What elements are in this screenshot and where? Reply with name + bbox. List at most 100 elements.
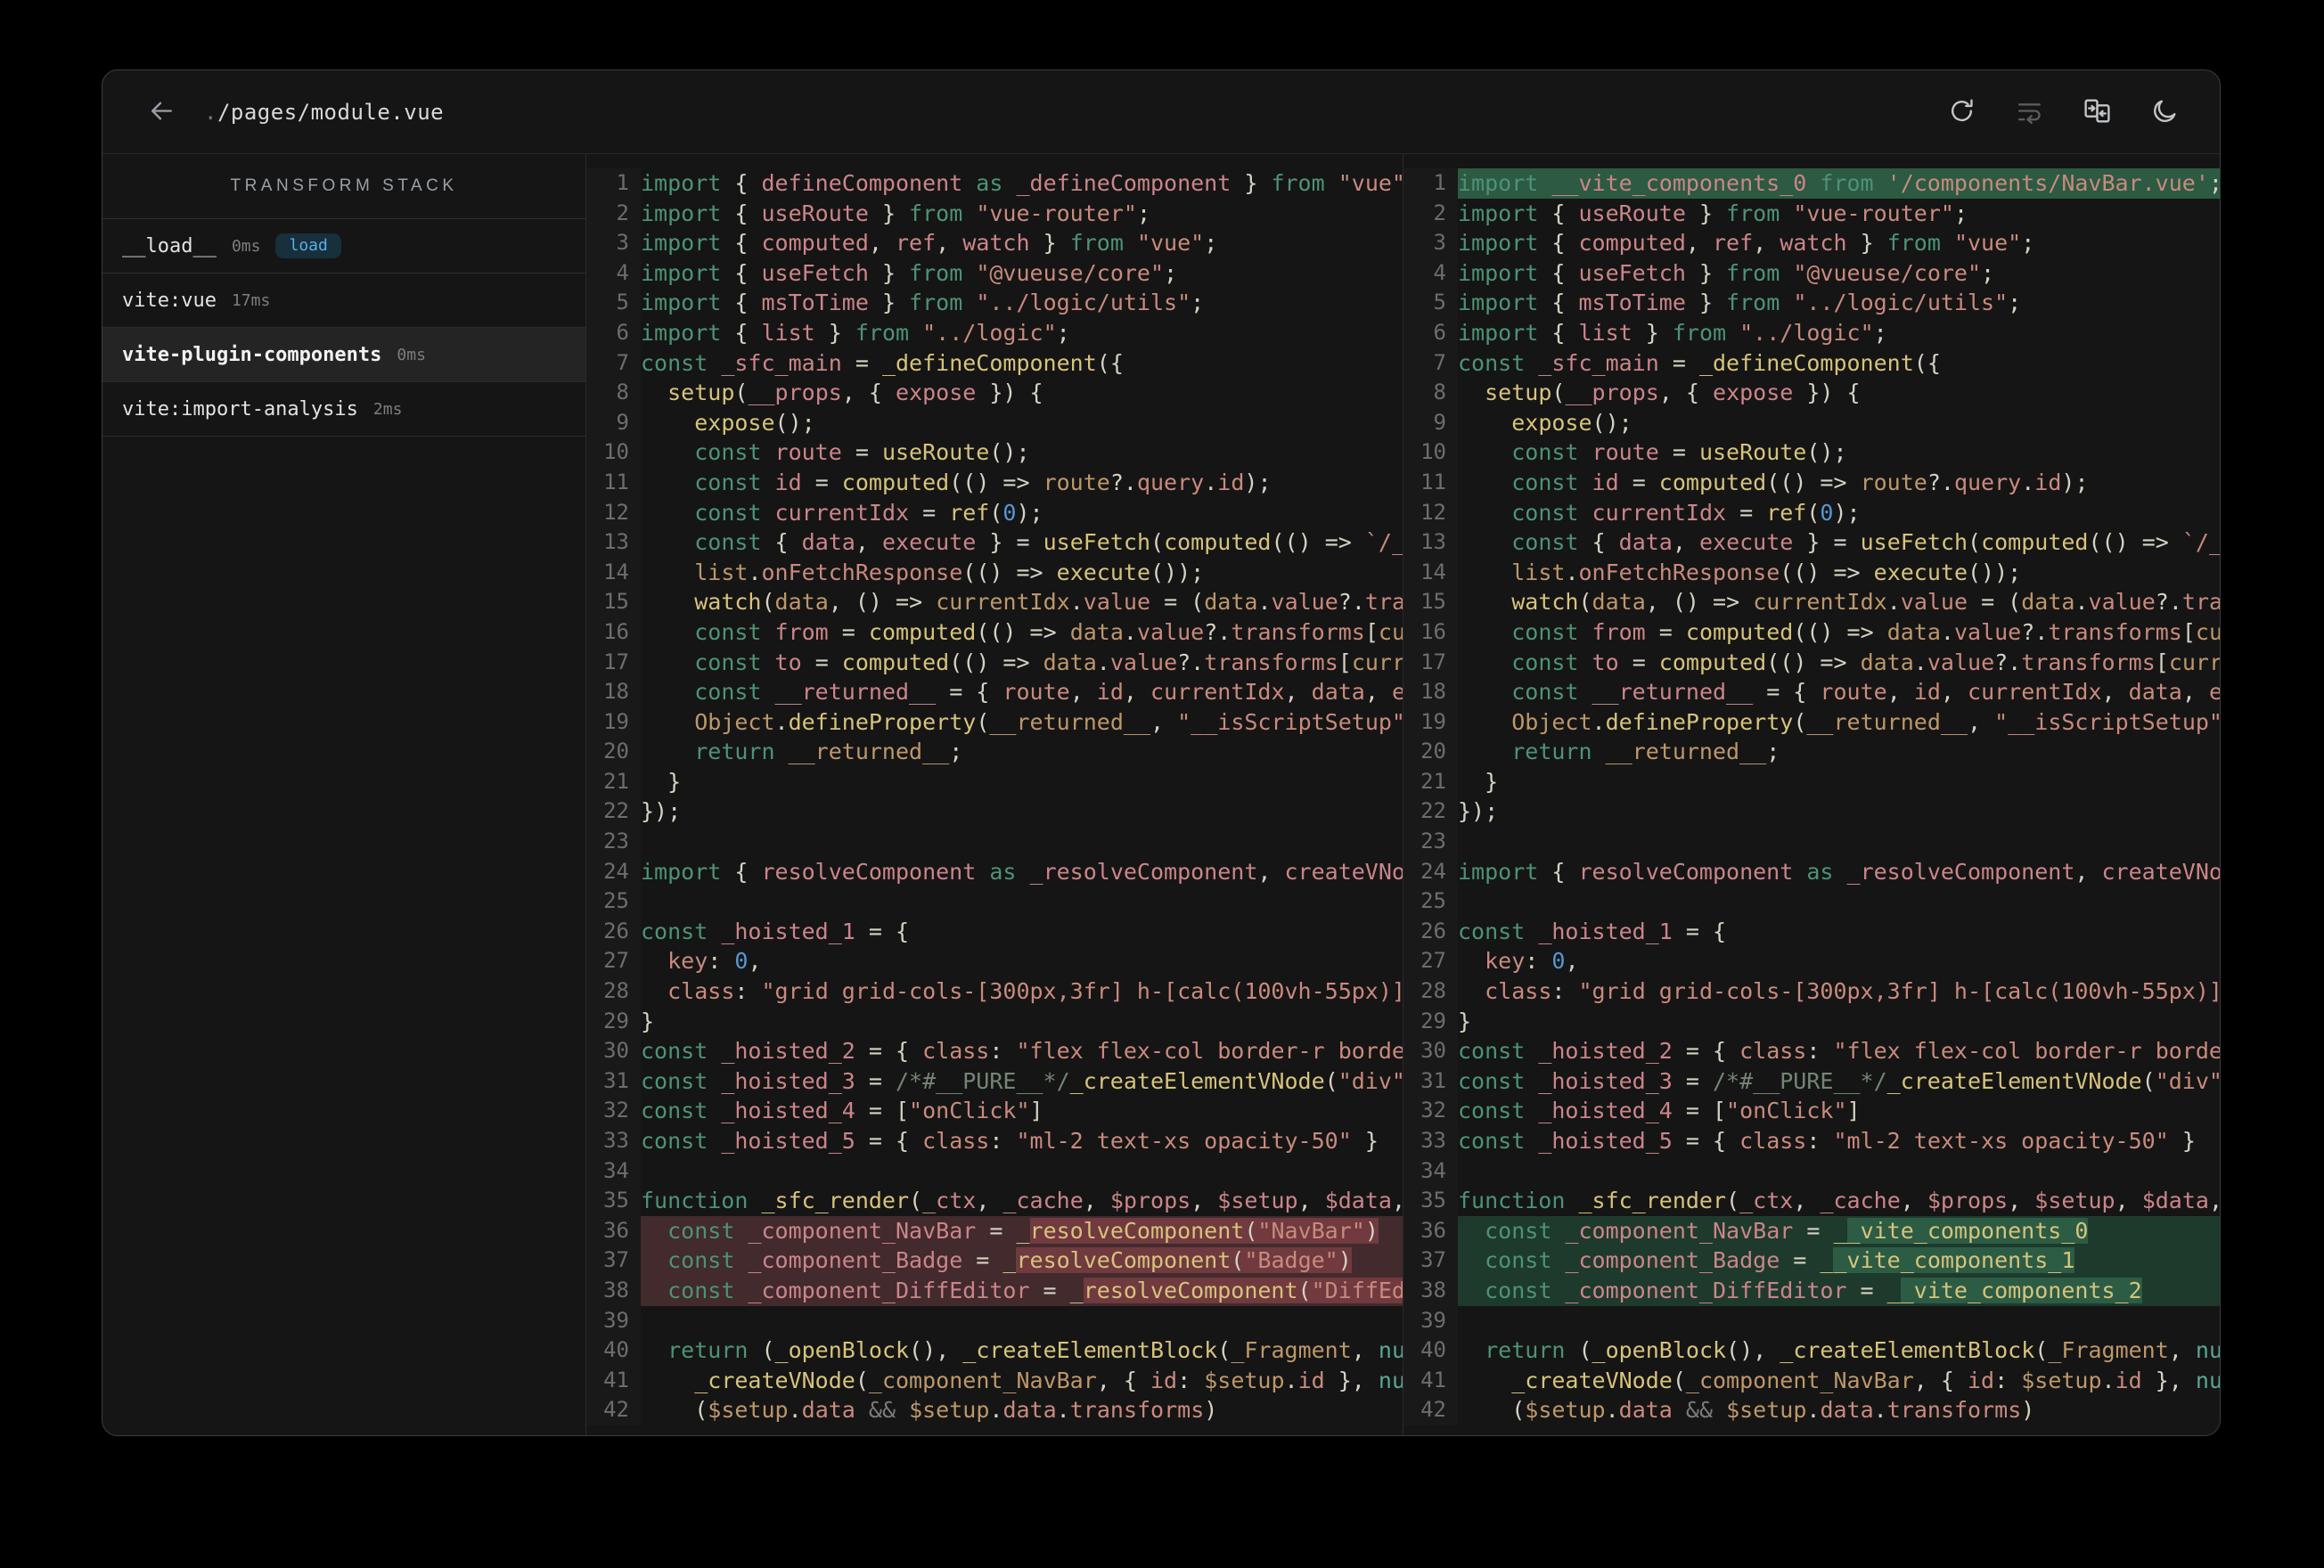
code-text[interactable]: import { resolveComponent as _resolveCom… (1458, 857, 2220, 887)
code-text[interactable]: const __returned__ = { route, id, curren… (1458, 677, 2220, 707)
code-text[interactable]: const { data, execute } = useFetch(compu… (641, 527, 1403, 558)
code-text[interactable]: } (641, 1007, 1403, 1037)
code-text[interactable]: _createVNode(_component_NavBar, { id: $s… (1458, 1366, 2220, 1396)
code-text[interactable]: expose(); (1458, 408, 2220, 438)
code-text[interactable]: ($setup.data && $setup.data.transforms) (641, 1395, 1403, 1425)
code-text[interactable]: import { msToTime } from "../logic/utils… (1458, 288, 2220, 318)
code-text[interactable]: Object.defineProperty(__returned__, "__i… (1458, 707, 2220, 738)
code-text[interactable]: return (_openBlock(), _createElementBloc… (641, 1335, 1403, 1366)
code-text[interactable] (1458, 886, 2220, 917)
code-text[interactable]: Object.defineProperty(__returned__, "__i… (641, 707, 1403, 738)
code-text[interactable]: const currentIdx = ref(0); (1458, 498, 2220, 528)
code-text[interactable]: import { list } from "../logic"; (641, 318, 1403, 348)
code-text[interactable]: const __returned__ = { route, id, curren… (641, 677, 1403, 707)
code-text[interactable]: import { computed, ref, watch } from "vu… (641, 228, 1403, 258)
code-text[interactable]: import { useFetch } from "@vueuse/core"; (1458, 258, 2220, 289)
code-text[interactable]: const _hoisted_2 = { class: "flex flex-c… (1458, 1036, 2220, 1066)
code-text[interactable]: class: "grid grid-cols-[300px,3fr] h-[ca… (641, 976, 1403, 1007)
code-text[interactable]: expose(); (641, 408, 1403, 438)
code-text[interactable]: const id = computed(() => route?.query.i… (641, 468, 1403, 498)
code-text[interactable]: const to = computed(() => data.value?.tr… (641, 648, 1403, 678)
diff-pane-original[interactable]: 1 import { defineComponent as _defineComp… (586, 154, 1403, 1435)
code-text[interactable] (641, 1156, 1403, 1187)
code-text[interactable]: }); (641, 796, 1403, 827)
code-text[interactable]: watch(data, () => currentIdx.value = (da… (641, 587, 1403, 617)
code-text[interactable]: const _hoisted_4 = ["onClick"] (641, 1096, 1403, 1126)
code-text[interactable]: const _sfc_main = _defineComponent({ (1458, 348, 2220, 379)
sidebar-item-vite-import-analysis[interactable]: vite:import-analysis 2ms (102, 382, 585, 437)
code-text[interactable]: import { msToTime } from "../logic/utils… (641, 288, 1403, 318)
code-text[interactable]: const _component_DiffEditor = _resolveCo… (641, 1275, 1403, 1306)
code-text[interactable]: const _component_NavBar = __vite_compone… (1458, 1215, 2220, 1246)
code-text[interactable]: const _hoisted_3 = /*#__PURE__*/_createE… (1458, 1066, 2220, 1097)
sidebar-item-vite-vue[interactable]: vite:vue 17ms (102, 274, 585, 328)
code-text[interactable]: const _hoisted_4 = ["onClick"] (1458, 1096, 2220, 1126)
code-text[interactable]: const _hoisted_1 = { (1458, 917, 2220, 947)
code-text[interactable]: setup(__props, { expose }) { (641, 378, 1403, 408)
code-text[interactable]: const from = computed(() => data.value?.… (1458, 617, 2220, 648)
refresh-button[interactable] (1943, 94, 1979, 130)
code-text[interactable]: const _hoisted_5 = { class: "ml-2 text-x… (641, 1126, 1403, 1156)
code-text[interactable]: const _component_Badge = _resolveCompone… (641, 1245, 1403, 1276)
sidebar-item--load-[interactable]: __load__ 0ms load (102, 219, 585, 274)
code-text[interactable]: } (641, 767, 1403, 797)
code-text[interactable]: const _sfc_main = _defineComponent({ (641, 348, 1403, 379)
code-text[interactable]: import { computed, ref, watch } from "vu… (1458, 228, 2220, 258)
code-text[interactable]: const route = useRoute(); (641, 437, 1403, 468)
wrap-lines-button[interactable] (2011, 94, 2047, 130)
code-text[interactable]: const _component_DiffEditor = __vite_com… (1458, 1275, 2220, 1306)
token: { (1551, 259, 1579, 286)
code-text[interactable]: import { list } from "../logic"; (1458, 318, 2220, 348)
code-text[interactable]: return __returned__; (641, 737, 1403, 767)
code-text[interactable]: const route = useRoute(); (1458, 437, 2220, 468)
code-text[interactable]: const _hoisted_5 = { class: "ml-2 text-x… (1458, 1126, 2220, 1156)
code-text[interactable] (1458, 1306, 2220, 1336)
code-text[interactable]: const id = computed(() => route?.query.i… (1458, 468, 2220, 498)
code-text[interactable]: key: 0, (641, 946, 1403, 976)
code-text[interactable]: const _hoisted_1 = { (641, 917, 1403, 947)
code-text[interactable]: const from = computed(() => data.value?.… (641, 617, 1403, 648)
diff-pane-modified[interactable]: 1 import __vite_components_0 from '/compo… (1403, 154, 2220, 1435)
code-text[interactable]: const { data, execute } = useFetch(compu… (1458, 527, 2220, 558)
code-text[interactable]: import { useFetch } from "@vueuse/core"; (641, 258, 1403, 289)
code-text[interactable] (641, 1306, 1403, 1336)
code-text[interactable]: return (_openBlock(), _createElementBloc… (1458, 1335, 2220, 1366)
code-text[interactable]: import { useRoute } from "vue-router"; (641, 199, 1403, 229)
code-text[interactable]: } (1458, 767, 2220, 797)
line-number: 40 (586, 1335, 641, 1366)
code-text[interactable]: } (1458, 1007, 2220, 1037)
split-diff-button[interactable] (2079, 94, 2115, 130)
code-text[interactable]: key: 0, (1458, 946, 2220, 976)
code-text[interactable]: class: "grid grid-cols-[300px,3fr] h-[ca… (1458, 976, 2220, 1007)
code-text[interactable]: list.onFetchResponse(() => execute()); (641, 558, 1403, 588)
code-text[interactable]: ($setup.data && $setup.data.transforms) (1458, 1395, 2220, 1425)
code-text[interactable]: _createVNode(_component_NavBar, { id: $s… (641, 1366, 1403, 1396)
code-text[interactable]: import { resolveComponent as _resolveCom… (641, 857, 1403, 887)
code-text[interactable]: setup(__props, { expose }) { (1458, 378, 2220, 408)
sidebar-item-vite-plugin-components[interactable]: vite-plugin-components 0ms (102, 328, 585, 382)
code-text[interactable]: function _sfc_render(_ctx, _cache, $prop… (1458, 1186, 2220, 1216)
code-text[interactable] (641, 827, 1403, 857)
code-text[interactable] (1458, 827, 2220, 857)
code-text[interactable]: function _sfc_render(_ctx, _cache, $prop… (641, 1186, 1403, 1216)
code-text[interactable]: const _hoisted_3 = /*#__PURE__*/_createE… (641, 1066, 1403, 1097)
code-text[interactable]: import { defineComponent as _defineCompo… (641, 168, 1403, 199)
code-text[interactable]: const to = computed(() => data.value?.tr… (1458, 648, 2220, 678)
code-text[interactable]: const currentIdx = ref(0); (641, 498, 1403, 528)
back-button[interactable] (143, 94, 179, 130)
code-text[interactable]: }); (1458, 796, 2220, 827)
code-text[interactable]: const _component_Badge = __vite_componen… (1458, 1245, 2220, 1276)
token: [ (2155, 649, 2169, 675)
code-text[interactable]: import __vite_components_0 from '/compon… (1458, 168, 2220, 199)
code-text[interactable] (1458, 1156, 2220, 1187)
code-text[interactable]: import { useRoute } from "vue-router"; (1458, 199, 2220, 229)
code-text[interactable]: watch(data, () => currentIdx.value = (da… (1458, 587, 2220, 617)
dark-mode-button[interactable] (2147, 94, 2182, 130)
token: "ml-2 text-xs opacity-50" (1833, 1128, 2169, 1154)
code-text[interactable] (641, 886, 1403, 917)
code-text[interactable]: return __returned__; (1458, 737, 2220, 767)
code-text[interactable]: const _component_NavBar = _resolveCompon… (641, 1215, 1403, 1246)
code-text[interactable]: list.onFetchResponse(() => execute()); (1458, 558, 2220, 588)
token: , (1123, 679, 1151, 706)
code-text[interactable]: const _hoisted_2 = { class: "flex flex-c… (641, 1036, 1403, 1066)
